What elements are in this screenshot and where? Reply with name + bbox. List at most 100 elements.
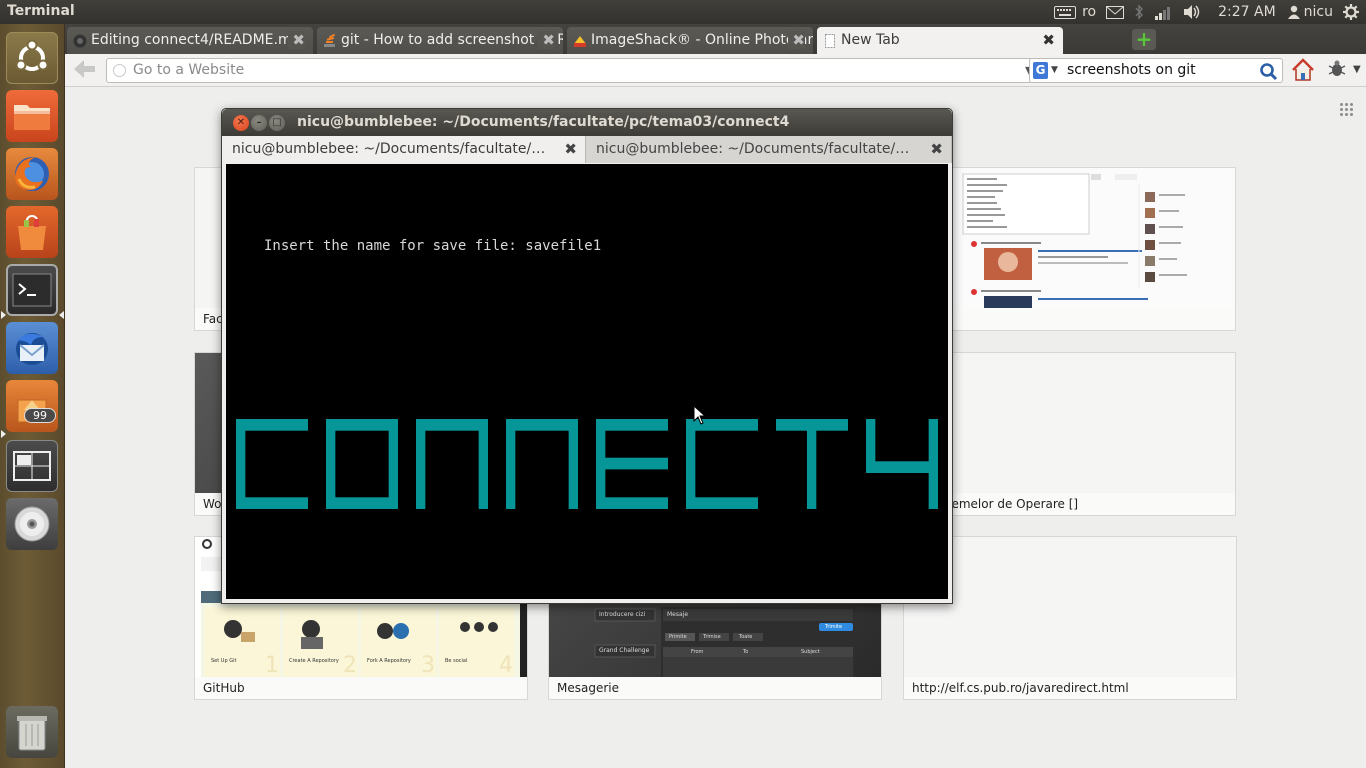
shopping-bag-icon — [18, 214, 46, 250]
top-panel: Terminal ro 2:27 AM nicu — [0, 0, 1366, 24]
connect4-banner — [236, 419, 938, 509]
tab-label: ImageShack® - Online Photo and Video Hos… — [591, 32, 813, 48]
terminal-icon — [12, 273, 52, 307]
menu-chevron-down-icon[interactable]: ▼ — [1353, 64, 1361, 75]
terminal-tab-1[interactable]: nicu@bumblebee: ~/Documents/facultate/pc… — [222, 136, 586, 163]
speed-dial-tile[interactable]: http://elf.cs.pub.ro/javaredirect.html — [903, 536, 1237, 700]
svg-text:1: 1 — [265, 653, 279, 677]
search-icon[interactable] — [1259, 62, 1278, 85]
close-tab-icon[interactable]: ✖ — [288, 31, 305, 49]
terminal-titlebar[interactable]: ✕ – □ nicu@bumblebee: ~/Documents/facult… — [222, 109, 952, 136]
terminal-focus-indicator — [59, 311, 64, 319]
browser-tab-new-tab[interactable]: New Tab ✖ — [817, 27, 1063, 54]
svg-text:3: 3 — [421, 653, 435, 677]
close-tab-icon[interactable]: ✖ — [1042, 31, 1055, 49]
globe-icon — [113, 64, 126, 77]
update-count-badge: 99 — [24, 408, 56, 423]
github-icon — [73, 34, 87, 48]
tab-label: New Tab — [841, 32, 900, 48]
url-bar[interactable]: Go to a Website ▼ — [106, 58, 1089, 83]
banner-letter-e — [596, 419, 668, 509]
gear-icon[interactable] — [1343, 4, 1359, 20]
search-engine-icon[interactable]: G — [1033, 62, 1048, 79]
banner-letter-n — [416, 419, 488, 509]
terminal-running-indicator — [1, 311, 6, 319]
mouse-cursor-icon — [693, 405, 705, 425]
browser-tab-bar: Editing connect4/README.md ✖ git - How t… — [65, 24, 1366, 54]
home-icon[interactable] — [1291, 58, 1315, 86]
maximize-window-icon[interactable]: □ — [269, 115, 285, 131]
user-name[interactable]: nicu — [1304, 4, 1333, 20]
minimize-window-icon[interactable]: – — [251, 115, 267, 131]
svg-text:4: 4 — [499, 653, 513, 677]
mesagerie-header: Mesaje — [667, 611, 689, 618]
mesagerie-tab: Primite — [669, 634, 687, 640]
browser-tab-git-screenshot[interactable]: git - How to add screenshot to README.md… — [317, 27, 563, 54]
url-placeholder: Go to a Website — [133, 62, 245, 78]
tab-label: Editing connect4/README.md — [91, 32, 301, 48]
workspace-switcher-button[interactable] — [6, 440, 58, 492]
home-folder-button[interactable] — [6, 90, 58, 142]
disc-icon — [14, 506, 50, 542]
close-tab-icon[interactable]: ✖ — [538, 31, 555, 49]
firefox-button[interactable] — [6, 148, 58, 200]
volume-icon[interactable] — [1182, 4, 1202, 20]
keyboard-icon[interactable] — [1054, 5, 1077, 19]
search-input[interactable]: screenshots on git — [1067, 62, 1196, 78]
addon-bug-icon[interactable] — [1327, 60, 1347, 82]
software-center-button[interactable] — [6, 206, 58, 258]
terminal-tab-bar: nicu@bumblebee: ~/Documents/facultate/pc… — [222, 136, 952, 163]
dash-home-button[interactable] — [6, 32, 58, 84]
github-card-title: Be social — [445, 658, 468, 664]
close-tab-icon[interactable]: ✖ — [930, 140, 943, 158]
user-icon[interactable] — [1287, 5, 1300, 19]
terminal-tab-2[interactable]: nicu@bumblebee: ~/Documents/facultate/pc… — [586, 136, 952, 163]
back-arrow-icon[interactable] — [72, 59, 95, 81]
browser-tab-editing-readme[interactable]: Editing connect4/README.md ✖ — [67, 27, 313, 54]
close-tab-icon[interactable]: ✖ — [788, 31, 805, 49]
clock[interactable]: 2:27 AM — [1218, 4, 1276, 20]
browser-tab-imageshack[interactable]: ImageShack® - Online Photo and Video Hos… — [567, 27, 813, 54]
new-tab-button[interactable]: + — [1132, 29, 1156, 50]
stackoverflow-icon — [324, 34, 336, 47]
banner-letter-4 — [866, 419, 938, 509]
tab-label: git - How to add screenshot to README.md — [341, 32, 563, 48]
tile-title: e — [911, 312, 1229, 326]
ubuntu-icon — [15, 40, 49, 71]
mesagerie-item: Introducere cizi — [599, 611, 646, 618]
tile-thumbnail — [904, 537, 1236, 677]
tile-title: GitHub — [203, 681, 245, 695]
github-card-title: Set Up Git — [211, 658, 237, 664]
mesagerie-tab: Trimise — [703, 634, 721, 640]
firefox-icon — [15, 157, 49, 191]
mesagerie-tab: Toate — [739, 634, 753, 640]
workspaces-icon — [13, 451, 51, 481]
banner-letter-c — [686, 419, 758, 509]
network-icon[interactable] — [1154, 4, 1172, 20]
close-window-icon[interactable]: ✕ — [233, 115, 249, 131]
thunderbird-button[interactable] — [6, 322, 58, 374]
tile-title: ea Sistemelor de Operare [] — [911, 497, 1079, 511]
mesagerie-column: Subject — [801, 649, 820, 655]
tab-label: nicu@bumblebee: ~/Documents/facultate/pc… — [232, 141, 554, 157]
github-card-title: Fork A Repository — [367, 658, 411, 664]
keyboard-layout[interactable]: ro — [1082, 4, 1096, 20]
trash-button[interactable] — [6, 706, 58, 758]
grid-view-icon[interactable] — [1339, 102, 1353, 116]
bluetooth-icon[interactable] — [1134, 4, 1144, 20]
imageshack-icon — [574, 36, 586, 47]
blank-page-icon — [825, 34, 835, 48]
system-tray: ro 2:27 AM nicu — [1054, 0, 1366, 24]
update-manager-button[interactable] — [6, 380, 58, 432]
mail-icon[interactable] — [1106, 5, 1125, 19]
terminal-button[interactable] — [6, 264, 58, 316]
chevron-down-icon[interactable]: ▼ — [1051, 65, 1058, 75]
banner-letter-c — [236, 419, 308, 509]
cd-drive-button[interactable] — [6, 498, 58, 550]
window-title: nicu@bumblebee: ~/Documents/facultate/pc… — [297, 114, 790, 130]
search-bar[interactable]: G ▼ screenshots on git — [1029, 58, 1283, 83]
close-tab-icon[interactable]: ✖ — [564, 140, 577, 158]
terminal-screen[interactable]: Insert the name for save file: savefile1 — [226, 164, 948, 599]
mesagerie-column: To — [743, 649, 749, 655]
tab-label: nicu@bumblebee: ~/Documents/facultate/pc… — [596, 141, 918, 157]
